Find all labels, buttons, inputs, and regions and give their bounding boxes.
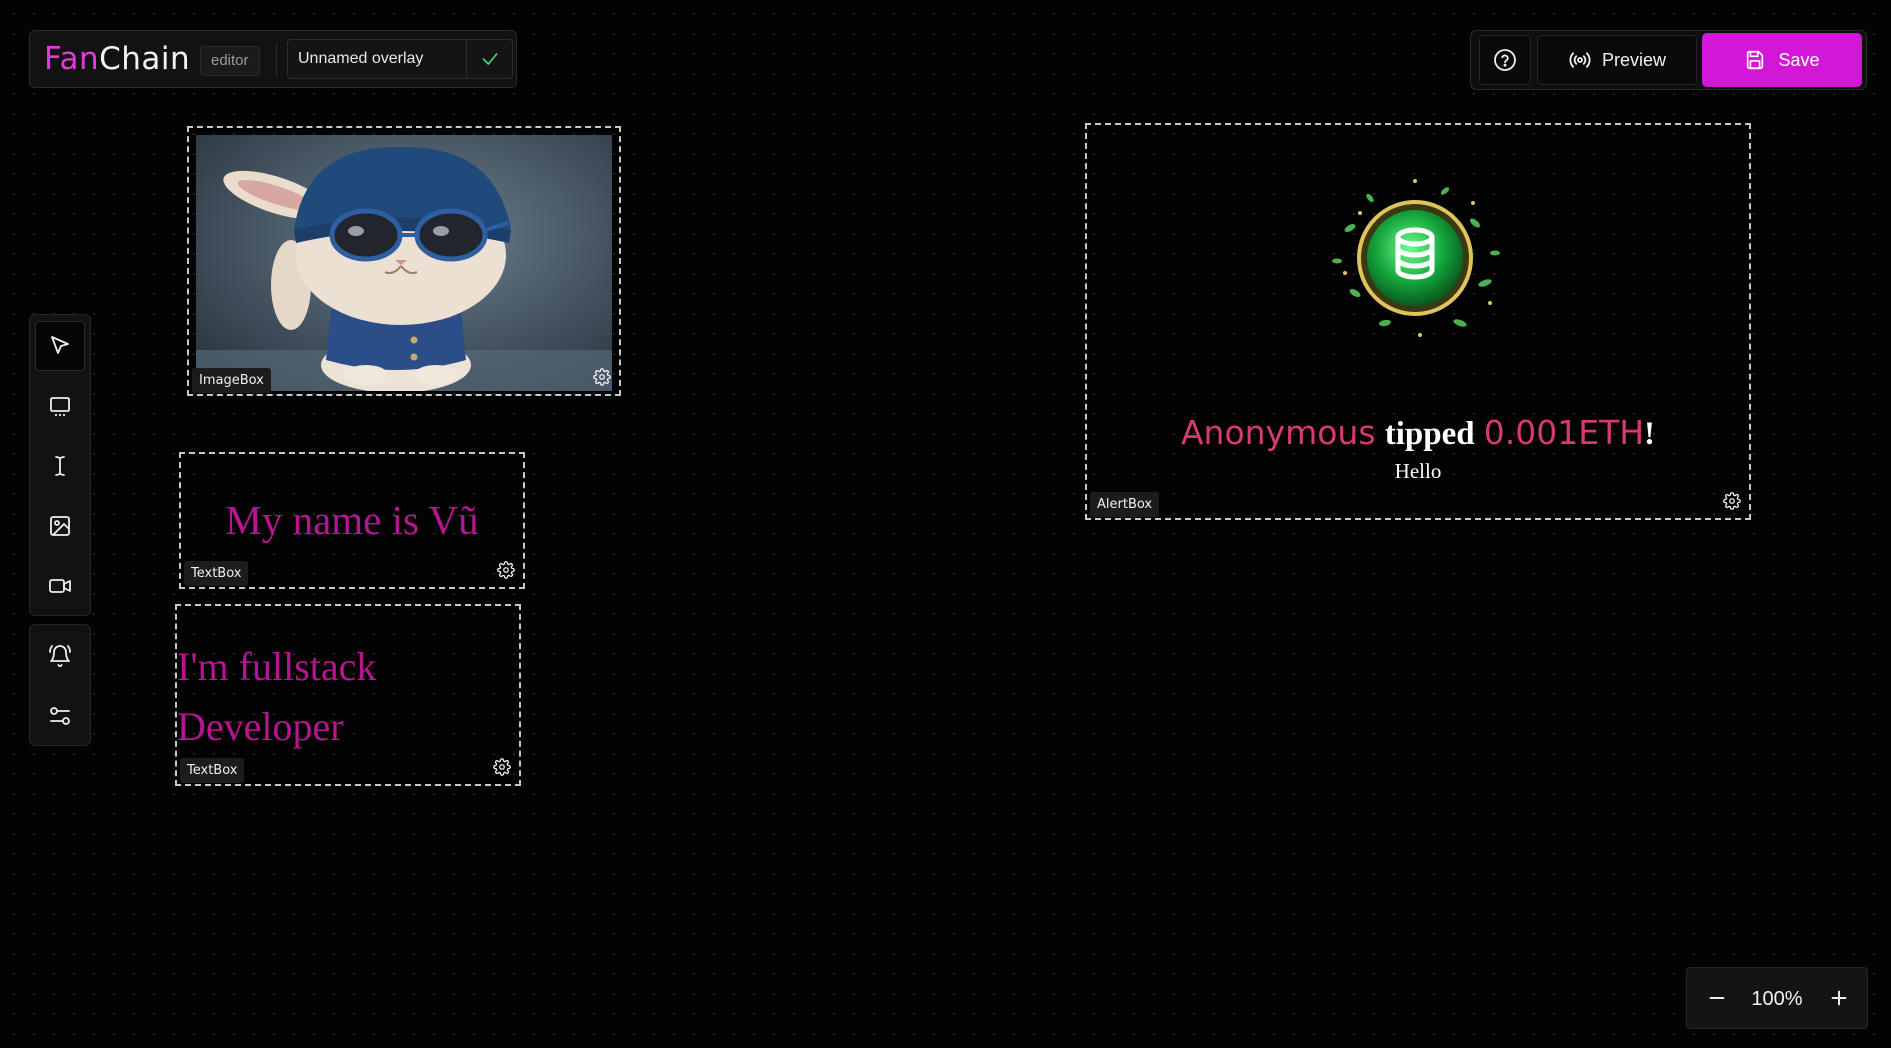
textbox-settings-icon[interactable] [493, 758, 511, 776]
mode-badge: editor [200, 46, 260, 76]
overlay-name-field [287, 39, 513, 79]
logo-chain: Chain [99, 41, 191, 77]
fanchain-logo[interactable]: FanChain [44, 41, 190, 77]
overlay-name-input[interactable] [288, 40, 466, 78]
minus-icon [1709, 996, 1725, 1000]
alert-sender: Anonymous [1180, 413, 1376, 452]
alert-message: Hello [1394, 459, 1442, 483]
textbox-settings-icon[interactable] [497, 561, 515, 579]
textbox-role-line2: Developer [177, 704, 344, 749]
video-tool[interactable] [35, 561, 85, 611]
alert-amount: 0.001ETH [1483, 413, 1645, 452]
cursor-icon [51, 336, 69, 354]
zoom-in-button[interactable] [1817, 976, 1861, 1020]
textbox-role-line1: I'm fullstack [177, 644, 377, 689]
zoom-control: 100% [1686, 967, 1868, 1029]
image-box[interactable]: ImageBox [187, 126, 621, 396]
bell-ring-icon [49, 645, 71, 667]
text-cursor-icon [55, 456, 65, 476]
help-icon [1494, 49, 1516, 71]
alert-punct: ! [1644, 416, 1656, 452]
check-icon [482, 53, 498, 65]
video-icon [49, 579, 71, 593]
save-button[interactable]: Save [1702, 33, 1862, 87]
preview-label: Preview [1601, 49, 1667, 70]
logo-fan: Fan [44, 41, 100, 77]
alert-verb: tipped [1384, 416, 1475, 452]
header-divider [276, 43, 277, 77]
textbox-tag: TextBox [180, 758, 245, 783]
confirm-name-button[interactable] [466, 40, 513, 78]
imagebox-settings-icon[interactable] [593, 368, 611, 386]
rectangle-tool[interactable] [35, 381, 85, 431]
save-label: Save [1778, 49, 1820, 70]
top-actions: Preview Save [1470, 30, 1867, 90]
imagebox-tag: ImageBox [192, 368, 271, 393]
overlay-header: FanChain editor [29, 30, 517, 88]
textbox-name-text: My name is Vũ [225, 497, 479, 543]
tools-toolbar [29, 314, 91, 616]
alertbox-tag: AlertBox [1090, 492, 1160, 517]
image-icon [50, 516, 70, 536]
textbox-name[interactable]: My name is Vũ TextBox [179, 452, 525, 589]
alert-tool[interactable] [35, 631, 85, 681]
zoom-out-button[interactable] [1695, 976, 1739, 1020]
textbox-role[interactable]: I'm fullstack Developer TextBox [175, 604, 521, 786]
rectangle-icon [50, 397, 70, 416]
alert-box[interactable]: Anonymous tipped 0.001ETH! Hello AlertBo… [1085, 123, 1751, 520]
settings-tool[interactable] [35, 691, 85, 741]
alertbox-settings-icon[interactable] [1723, 492, 1741, 510]
textbox-tag: TextBox [184, 561, 249, 586]
preview-button[interactable]: Preview [1537, 35, 1697, 85]
alert-headline: Anonymous tipped 0.001ETH! [1087, 413, 1749, 453]
broadcast-icon [1569, 52, 1591, 68]
zoom-level: 100% [1751, 988, 1803, 1010]
coin-stack-icon [1332, 179, 1500, 337]
image-tool[interactable] [35, 501, 85, 551]
extras-toolbar [29, 624, 91, 746]
help-button[interactable] [1479, 35, 1531, 85]
save-icon [1747, 50, 1764, 70]
bunny-image [196, 135, 612, 391]
sliders-icon [50, 707, 70, 725]
plus-icon [1831, 990, 1847, 1006]
select-tool[interactable] [35, 321, 85, 371]
text-tool[interactable] [35, 441, 85, 491]
bunny-illustration [196, 135, 612, 391]
